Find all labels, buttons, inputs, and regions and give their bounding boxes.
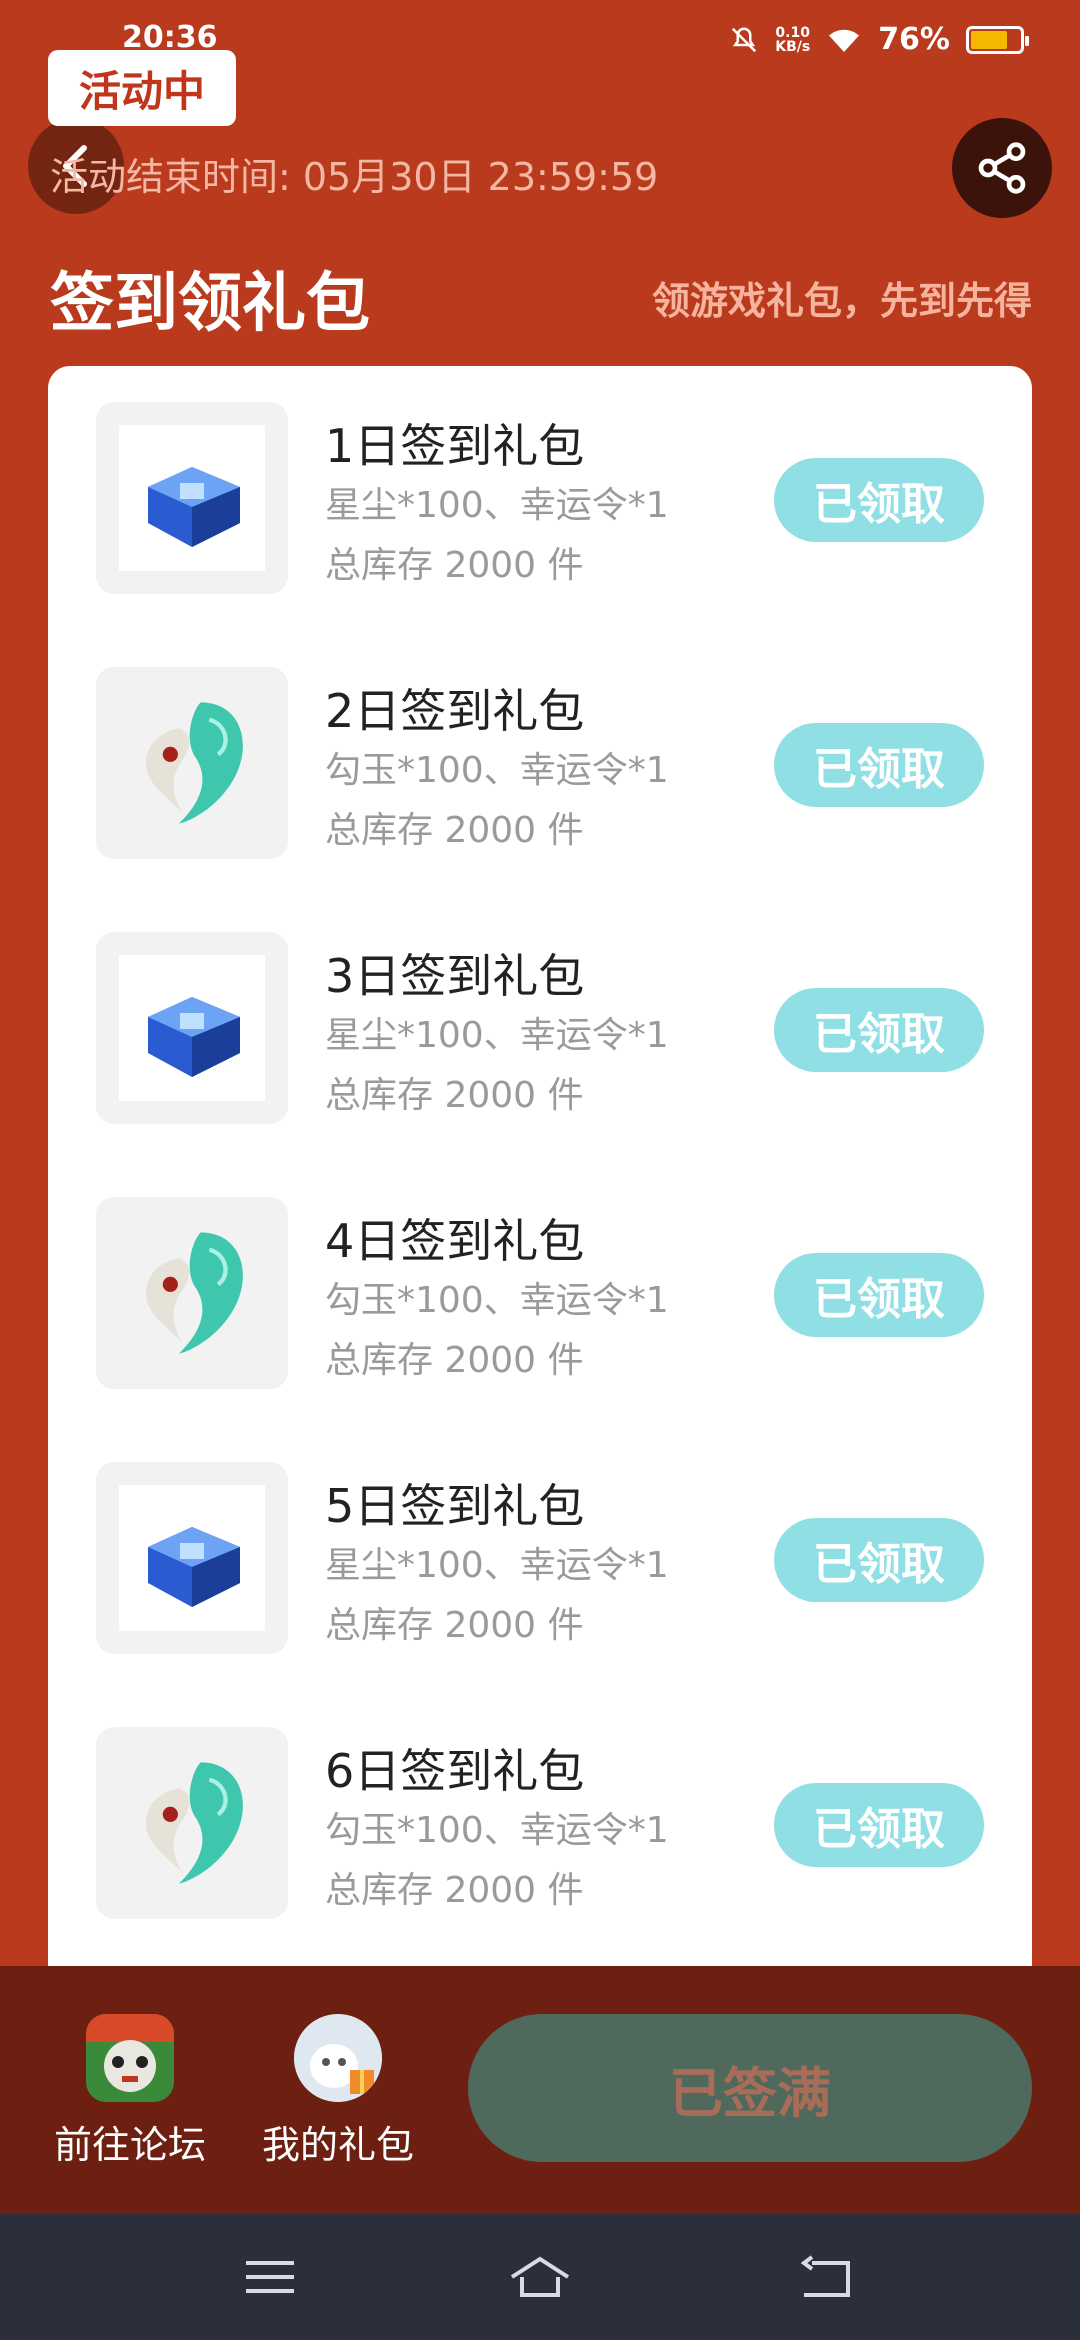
claimed-button[interactable]: 已领取 xyxy=(774,988,984,1072)
battery-percent: 76% xyxy=(878,22,950,57)
blue-chest-icon xyxy=(148,467,240,547)
gift-title: 4日签到礼包 xyxy=(325,1214,585,1268)
activity-status-badge: 活动中 xyxy=(48,50,236,126)
gift-title: 1日签到礼包 xyxy=(325,419,585,473)
claimed-button[interactable]: 已领取 xyxy=(774,1253,984,1337)
gift-stock: 总库存 2000 件 xyxy=(325,1340,584,1381)
gift-row: 6日签到礼包 勾玉*100、幸运令*1 总库存 2000 件 已领取 xyxy=(48,1691,1032,1956)
gift-items: 星尘*100、幸运令*1 xyxy=(325,485,669,526)
wifi-icon xyxy=(829,29,860,52)
my-gifts-label: 我的礼包 xyxy=(261,2123,414,2167)
gift-thumbnail xyxy=(96,402,288,594)
share-button[interactable] xyxy=(952,118,1052,218)
gift-stock: 总库存 2000 件 xyxy=(325,545,584,586)
net-speed-unit: KB/s xyxy=(775,38,811,55)
back-nav-button[interactable] xyxy=(784,2244,864,2310)
gift-items: 勾玉*100、幸运令*1 xyxy=(325,750,669,791)
gift-stock: 总库存 2000 件 xyxy=(325,1605,584,1646)
net-speed-value: 0.10 xyxy=(775,24,810,41)
gift-items: 勾玉*100、幸运令*1 xyxy=(325,1280,669,1321)
my-gifts-button[interactable]: 我的礼包 xyxy=(238,2014,438,2169)
gift-items: 星尘*100、幸运令*1 xyxy=(325,1545,669,1586)
gift-thumbnail xyxy=(96,1727,288,1919)
claimed-button[interactable]: 已领取 xyxy=(774,1783,984,1867)
claimed-button[interactable]: 已领取 xyxy=(774,723,984,807)
share-icon xyxy=(978,142,1026,194)
gift-row: 2日签到礼包 勾玉*100、幸运令*1 总库存 2000 件 已领取 xyxy=(48,631,1032,896)
go-to-forum-button[interactable]: 前往论坛 xyxy=(30,2014,230,2169)
gift-title: 6日签到礼包 xyxy=(325,1744,585,1798)
forum-game-icon xyxy=(86,2014,174,2102)
section-subtitle: 领游戏礼包，先到先得 xyxy=(651,279,1032,323)
gift-stock: 总库存 2000 件 xyxy=(325,1870,584,1911)
gift-row: 5日签到礼包 星尘*100、幸运令*1 总库存 2000 件 已领取 xyxy=(48,1426,1032,1691)
blue-chest-icon xyxy=(148,1527,240,1607)
status-icons: 0.10 KB/s 76% xyxy=(729,22,1029,57)
battery-fill xyxy=(971,30,1008,49)
gift-items: 星尘*100、幸运令*1 xyxy=(325,1015,669,1056)
claimed-button[interactable]: 已领取 xyxy=(774,458,984,542)
my-gifts-avatar-icon xyxy=(294,2014,382,2102)
menu-icon xyxy=(246,2261,294,2293)
gift-row: 3日签到礼包 星尘*100、幸运令*1 总库存 2000 件 已领取 xyxy=(48,896,1032,1161)
gift-title: 5日签到礼包 xyxy=(325,1479,585,1533)
mute-bell-icon xyxy=(732,26,757,52)
gift-thumbnail xyxy=(96,1197,288,1389)
go-to-forum-label: 前往论坛 xyxy=(53,2123,206,2167)
home-icon xyxy=(510,2256,570,2297)
magatama-icon xyxy=(145,1762,243,1884)
gift-items: 勾玉*100、幸运令*1 xyxy=(325,1810,669,1851)
magatama-icon xyxy=(145,702,243,824)
gift-row: 4日签到礼包 勾玉*100、幸运令*1 总库存 2000 件 已领取 xyxy=(48,1161,1032,1426)
back-arrow-icon xyxy=(800,2255,850,2297)
battery-icon xyxy=(966,25,1029,54)
magatama-icon xyxy=(145,1232,243,1354)
gift-thumbnail xyxy=(96,1462,288,1654)
claimed-button[interactable]: 已领取 xyxy=(774,1518,984,1602)
gift-stock: 总库存 2000 件 xyxy=(325,1075,584,1116)
net-speed: 0.10 KB/s xyxy=(775,26,810,54)
gift-row: 1日签到礼包 星尘*100、幸运令*1 总库存 2000 件 已领取 xyxy=(48,366,1032,631)
gift-thumbnail xyxy=(96,667,288,859)
gift-list: 1日签到礼包 星尘*100、幸运令*1 总库存 2000 件 已领取 2日签到礼… xyxy=(48,366,1032,1966)
home-button[interactable] xyxy=(500,2244,580,2310)
signed-full-button[interactable]: 已签满 xyxy=(468,2014,1032,2162)
section-title: 签到领礼包 xyxy=(50,267,370,341)
menu-button[interactable] xyxy=(230,2244,310,2310)
gift-thumbnail xyxy=(96,932,288,1124)
gift-title: 3日签到礼包 xyxy=(325,949,585,1003)
system-navigation-bar xyxy=(0,2214,1080,2340)
gift-stock: 总库存 2000 件 xyxy=(325,810,584,851)
blue-chest-icon xyxy=(148,997,240,1077)
activity-end-time: 活动结束时间: 05月30日 23:59:59 xyxy=(50,155,659,199)
bottom-action-bar: 前往论坛 我的礼包 已签满 xyxy=(0,1966,1080,2214)
gift-title: 2日签到礼包 xyxy=(325,684,585,738)
